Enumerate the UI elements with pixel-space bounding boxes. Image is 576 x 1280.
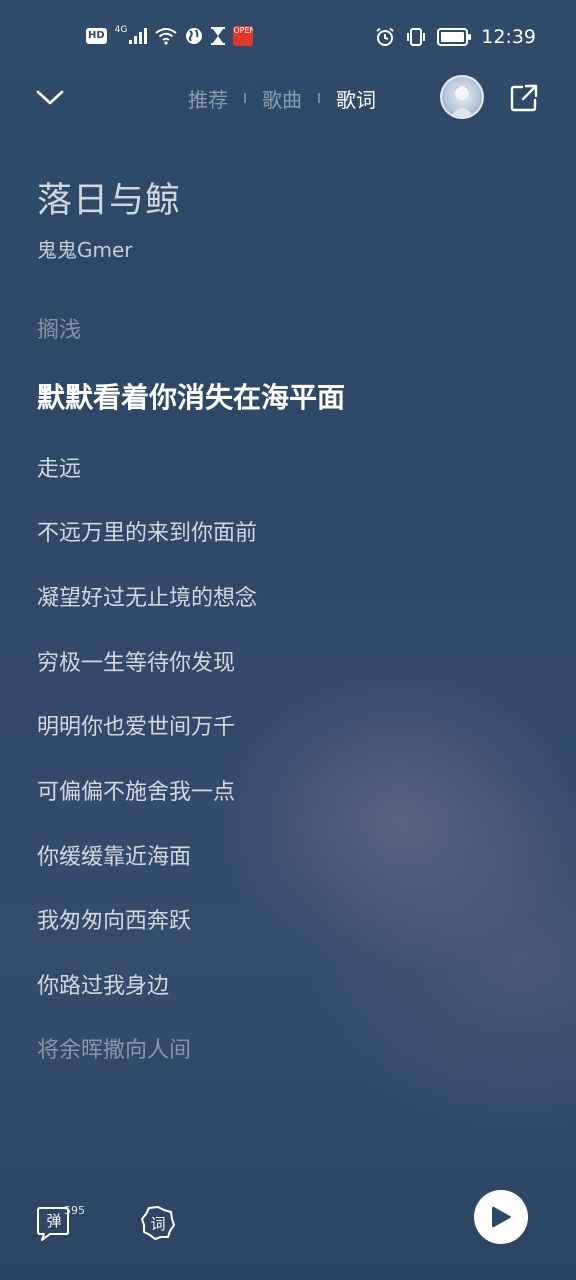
top-nav: 推荐 歌曲 歌词 — [0, 72, 576, 124]
clock: 12:39 — [481, 26, 536, 48]
lyric-line: 穷极一生等待你发现 — [37, 651, 236, 676]
lyric-line: 可偏偏不施舍我一点 — [37, 780, 236, 805]
lyric-line: 搁浅 — [37, 318, 82, 343]
lyric-line: 明明你也爱世间万千 — [37, 715, 236, 740]
wifi-icon — [155, 27, 177, 45]
tab-bar: 推荐 歌曲 歌词 — [188, 82, 376, 114]
lyric-line-current: 默默看着你消失在海平面 — [37, 381, 346, 414]
tab-divider — [318, 93, 320, 103]
tab-lyrics[interactable]: 歌词 — [336, 84, 376, 113]
lyric-mode-button[interactable]: 词 — [140, 1204, 176, 1242]
network-type-label: 4G — [114, 25, 128, 35]
alarm-icon — [375, 27, 395, 47]
hd-badge: HD — [86, 28, 107, 44]
avatar[interactable] — [440, 75, 484, 119]
tab-recommend[interactable]: 推荐 — [188, 84, 228, 113]
lyric-line: 你缓缓靠近海面 — [37, 845, 192, 870]
share-icon — [510, 84, 538, 112]
collapse-button[interactable] — [34, 82, 66, 114]
red-app-icon: OPEN — [233, 26, 254, 46]
lyric-mode-label: 词 — [150, 1214, 166, 1233]
tab-divider — [244, 93, 246, 103]
lyric-line: 凝望好过无止境的想念 — [37, 586, 258, 611]
chevron-down-icon — [36, 90, 64, 105]
battery-icon — [437, 28, 472, 46]
status-bar-left: HD 4G OPEN — [86, 24, 254, 48]
song-title: 落日与鲸 — [37, 181, 182, 221]
avatar-image — [450, 86, 474, 117]
lyric-line: 我匆匆向西奔跃 — [37, 909, 192, 934]
lyric-line: 你路过我身边 — [37, 974, 170, 999]
play-icon — [492, 1206, 511, 1228]
status-bar: HD 4G OPEN 12:39 — [0, 0, 576, 72]
status-bar-right: 12:39 — [375, 24, 536, 50]
lyric-line: 不远万里的来到你面前 — [37, 521, 258, 546]
danmaku-count: 595 — [64, 1204, 85, 1217]
bottom-bar: 弹 595 词 — [0, 1190, 576, 1260]
hourglass-icon — [211, 27, 226, 45]
share-button[interactable] — [508, 82, 540, 114]
cell-signal-icon — [129, 28, 148, 44]
play-button[interactable] — [474, 1190, 528, 1244]
song-artist[interactable]: 鬼鬼Gmer — [37, 234, 133, 263]
lyric-line: 将余晖撒向人间 — [37, 1038, 192, 1063]
vibrate-icon — [405, 27, 427, 47]
tab-song[interactable]: 歌曲 — [262, 84, 302, 113]
globe-icon — [185, 27, 203, 45]
lyric-line: 走远 — [37, 457, 82, 482]
